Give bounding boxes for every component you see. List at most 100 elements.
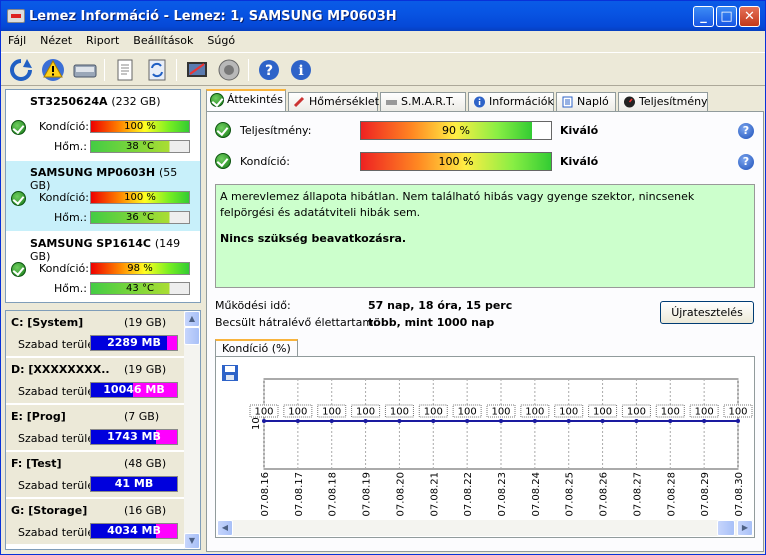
- maximize-button[interactable]: □: [716, 6, 737, 27]
- disk-icon[interactable]: [71, 56, 99, 84]
- scroll-down-icon[interactable]: ▼: [184, 533, 200, 549]
- minimize-button[interactable]: _: [693, 6, 714, 27]
- report-icon[interactable]: [111, 56, 139, 84]
- data-label: 100: [525, 407, 544, 418]
- ok-check-icon: [11, 191, 26, 206]
- x-tick-label: 07.08.24: [531, 472, 542, 517]
- tab-overview[interactable]: Áttekintés: [206, 89, 286, 111]
- partition-size: (48 GB): [124, 457, 167, 470]
- menu-file[interactable]: Fájl: [1, 31, 33, 47]
- temp-bar: 38 °C: [90, 140, 190, 153]
- scroll-thumb[interactable]: [184, 327, 200, 345]
- data-label: 100: [424, 407, 443, 418]
- x-tick-label: 07.08.23: [497, 472, 508, 517]
- scroll-up-icon[interactable]: ▲: [184, 311, 200, 327]
- app-icon[interactable]: [7, 9, 25, 23]
- x-tick-label: 07.08.28: [666, 472, 677, 517]
- data-label: 100: [491, 407, 510, 418]
- data-label: 100: [695, 407, 714, 418]
- partition-scrollbar[interactable]: ▲ ▼: [184, 311, 200, 549]
- title-bar[interactable]: Lemez Információ - Lemez: 1, SAMSUNG MP0…: [1, 1, 765, 31]
- window-title: Lemez Információ - Lemez: 1, SAMSUNG MP0…: [29, 9, 397, 24]
- scroll-thumb[interactable]: [717, 520, 735, 536]
- refresh-icon[interactable]: [7, 56, 35, 84]
- tab-performance[interactable]: Teljesítmény: [618, 92, 708, 111]
- tab-log[interactable]: Napló: [556, 92, 616, 111]
- menu-report[interactable]: Riport: [79, 31, 126, 47]
- x-tick-label: 07.08.27: [632, 472, 643, 517]
- data-point: [668, 419, 673, 423]
- data-point: [329, 419, 334, 423]
- data-point: [702, 419, 707, 423]
- disk-item-2[interactable]: SAMSUNG MP0603H (55 GB) Kondíció: 100 % …: [6, 161, 200, 231]
- scroll-right-icon[interactable]: ▶: [737, 520, 753, 536]
- warning-icon[interactable]: [39, 56, 67, 84]
- help-icon[interactable]: ?: [738, 154, 754, 170]
- ok-check-icon: [210, 93, 224, 107]
- tab-temperature[interactable]: Hőmérséklet: [288, 92, 379, 111]
- data-point: [566, 419, 571, 423]
- benchmark-icon[interactable]: [183, 56, 211, 84]
- performance-rating: Kiváló: [560, 124, 599, 137]
- partition-name: C: [System]: [11, 316, 84, 329]
- x-tick-label: 07.08.26: [599, 472, 610, 517]
- partition-size: (19 GB): [124, 363, 167, 376]
- partition-item[interactable]: E: [Prog] (7 GB) Szabad terület 1743 MB: [6, 405, 184, 451]
- disk-name: SAMSUNG MP0603H (55 GB): [30, 166, 178, 192]
- status-message-box: A merevlemez állapota hibátlan. Nem talá…: [215, 184, 755, 288]
- data-label: 100: [458, 407, 477, 418]
- temp-label: Hőm.:: [54, 140, 87, 153]
- tab-smart[interactable]: S.M.A.R.T.: [380, 92, 466, 111]
- toolbar: ? i: [1, 52, 765, 86]
- disk-item-1[interactable]: ST3250624A (232 GB) Kondíció: 100 % Hőm.…: [6, 90, 200, 160]
- tab-information[interactable]: Információk: [468, 92, 554, 111]
- partition-size: (7 GB): [124, 410, 160, 423]
- sound-icon[interactable]: [215, 56, 243, 84]
- free-space-bar: 1743 MB: [90, 429, 178, 445]
- overview-panel: Teljesítmény: 90 % Kiváló ? Kondíció: 10…: [206, 111, 764, 552]
- uptime-label: Működési idő:: [215, 299, 291, 312]
- ok-check-icon: [11, 120, 26, 135]
- uptime-value: 57 nap, 18 óra, 15 perc: [368, 299, 513, 312]
- recommendation: Nincs szükség beavatkozásra.: [220, 232, 407, 245]
- partition-item[interactable]: F: [Test] (48 GB) Szabad terület 41 MB: [6, 452, 184, 498]
- free-space-bar: 41 MB: [90, 476, 178, 492]
- performance-label: Teljesítmény:: [240, 124, 312, 137]
- temp-label: Hőm.:: [54, 211, 87, 224]
- x-tick-label: 07.08.22: [463, 472, 474, 517]
- help-icon[interactable]: ?: [255, 56, 283, 84]
- menu-view[interactable]: Nézet: [33, 31, 79, 47]
- toolbar-separator: [248, 59, 249, 81]
- info-icon[interactable]: i: [287, 56, 315, 84]
- retest-button[interactable]: Újratesztelés: [660, 301, 754, 324]
- help-icon[interactable]: ?: [738, 123, 754, 139]
- toolbar-separator: [176, 59, 177, 81]
- partition-item[interactable]: D: [XXXXXXXX.. (19 GB) Szabad terület 10…: [6, 358, 184, 404]
- partition-item[interactable]: C: [System] (19 GB) Szabad terület 2289 …: [6, 311, 184, 357]
- data-point: [499, 419, 503, 423]
- close-button[interactable]: ✕: [739, 6, 760, 27]
- data-label: 100: [559, 407, 578, 418]
- toolbar-separator: [104, 59, 105, 81]
- condition-chart-box: 100 100 100 100 100 100 100 100 100 100 100 100 100 1…: [215, 356, 755, 538]
- chart-scrollbar[interactable]: ◀ ▶: [217, 520, 753, 536]
- tab-condition-chart[interactable]: Kondíció (%): [215, 339, 298, 357]
- x-tick-label: 07.08.25: [565, 472, 576, 517]
- menu-help[interactable]: Súgó: [200, 31, 242, 47]
- data-label: 100: [593, 407, 612, 418]
- performance-bar: 90 %: [360, 121, 552, 140]
- update-icon[interactable]: [143, 56, 171, 84]
- data-label: 100: [322, 407, 341, 418]
- disk-item-3[interactable]: SAMSUNG SP1614C (149 GB) Kondíció: 98 % …: [6, 232, 200, 302]
- partition-item[interactable]: G: [Storage] (16 GB) Szabad terület 4034…: [6, 499, 184, 545]
- close-icon: ✕: [744, 9, 755, 24]
- x-tick-label: 07.08.30: [734, 472, 745, 517]
- x-tick-label: 07.08.18: [328, 472, 339, 517]
- gauge-icon: [624, 96, 635, 108]
- scroll-left-icon[interactable]: ◀: [217, 520, 233, 536]
- remaining-life-label: Becsült hátralévő élettartam:: [215, 316, 377, 329]
- data-point: [431, 419, 436, 423]
- menu-settings[interactable]: Beállítások: [126, 31, 200, 47]
- x-tick-label: 07.08.29: [700, 472, 711, 517]
- data-label: 100: [356, 407, 375, 418]
